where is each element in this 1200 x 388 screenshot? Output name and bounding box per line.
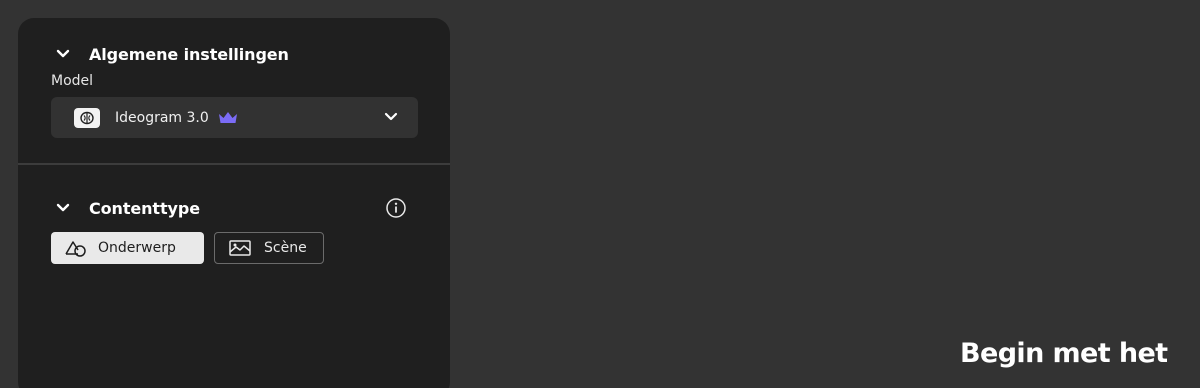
model-select[interactable]: Ideogram 3.0 bbox=[51, 97, 418, 138]
model-value: Ideogram 3.0 bbox=[115, 109, 209, 126]
section-divider bbox=[18, 163, 450, 165]
content-type-title: Contenttype bbox=[89, 198, 200, 218]
scene-option-button[interactable]: Scène bbox=[214, 232, 324, 264]
general-settings-title: Algemene instellingen bbox=[89, 44, 289, 64]
settings-panel: Algemene instellingen Model Ideogram 3.0 bbox=[18, 18, 450, 388]
subject-option-label: Onderwerp bbox=[98, 240, 176, 256]
info-icon[interactable] bbox=[385, 197, 407, 219]
page: Algemene instellingen Model Ideogram 3.0 bbox=[0, 0, 1200, 388]
chevron-down-icon bbox=[56, 203, 70, 212]
general-settings-header[interactable]: Algemene instellingen bbox=[56, 42, 289, 66]
model-label: Model bbox=[51, 73, 94, 89]
crown-icon bbox=[218, 111, 237, 123]
scene-landscape-icon bbox=[229, 240, 251, 256]
ideogram-logo-icon bbox=[74, 107, 100, 128]
subject-shapes-icon bbox=[65, 241, 86, 257]
scene-option-label: Scène bbox=[264, 240, 307, 256]
hero-heading: Begin met het bbox=[960, 338, 1168, 369]
chevron-down-icon bbox=[56, 49, 70, 58]
chevron-down-icon bbox=[384, 112, 398, 121]
subject-option-button[interactable]: Onderwerp bbox=[51, 232, 204, 264]
content-type-header[interactable]: Contenttype bbox=[56, 196, 200, 220]
